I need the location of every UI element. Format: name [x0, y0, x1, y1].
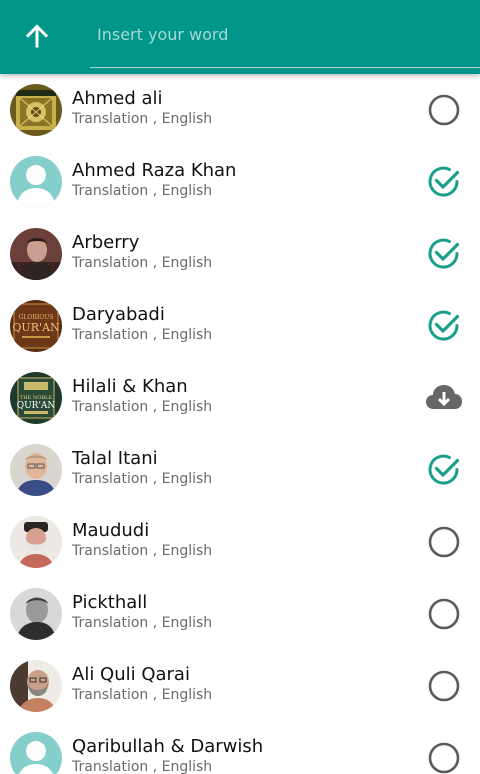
avatar	[10, 588, 62, 640]
translation-item[interactable]: Maududi Translation , English	[0, 506, 480, 578]
svg-text:QUR'AN: QUR'AN	[12, 321, 60, 334]
translator-name: Pickthall	[72, 592, 148, 613]
translator-name: Ahmed Raza Khan	[72, 160, 237, 181]
radio-unchecked-icon[interactable]	[424, 90, 464, 130]
radio-unchecked-icon[interactable]	[424, 666, 464, 706]
translation-subtitle: Translation , English	[72, 399, 213, 415]
translator-name: Qaribullah & Darwish	[72, 736, 264, 757]
avatar	[10, 660, 62, 712]
translation-subtitle: Translation , English	[72, 759, 213, 774]
arrow-up-icon	[25, 24, 49, 48]
translation-subtitle: Translation , English	[72, 183, 213, 199]
translation-item[interactable]: Qaribullah & Darwish Translation , Englis…	[0, 722, 480, 774]
avatar	[10, 156, 62, 208]
translator-name: Ahmed ali	[72, 88, 163, 109]
avatar: GLORIOUS QUR'AN	[10, 300, 62, 352]
translation-subtitle: Translation , English	[72, 327, 213, 343]
avatar	[10, 516, 62, 568]
back-button[interactable]	[17, 16, 57, 56]
translation-subtitle: Translation , English	[72, 687, 213, 703]
search-field	[90, 0, 480, 74]
translation-item[interactable]: Ali Quli Qarai Translation , English	[0, 650, 480, 722]
avatar	[10, 84, 62, 136]
translation-subtitle: Translation , English	[72, 615, 213, 631]
translator-name: Maududi	[72, 520, 150, 541]
svg-text:QUR'AN: QUR'AN	[17, 401, 56, 411]
translator-name: Talal Itani	[72, 448, 158, 469]
translation-item[interactable]: GLORIOUS QUR'AN Daryabadi Translation , Eng…	[0, 290, 480, 362]
translation-item[interactable]: Pickthall Translation , English	[0, 578, 480, 650]
top-bar	[0, 0, 480, 74]
translation-subtitle: Translation , English	[72, 543, 213, 559]
translations-screen: Ahmed aliTranslation , EnglishAhmed Raza…	[0, 0, 480, 774]
translation-subtitle: Translation , English	[72, 111, 213, 127]
search-input[interactable]	[90, 14, 479, 54]
check-circle-icon[interactable]	[424, 234, 464, 274]
translation-list: Ahmed ali Translation , English Ahmed Raza…	[0, 74, 480, 774]
translation-item[interactable]: THE NOBLE QUR'AN Hilali & Khan Translation …	[0, 362, 480, 434]
avatar	[10, 444, 62, 496]
check-circle-icon[interactable]	[424, 450, 464, 490]
svg-text:GLORIOUS: GLORIOUS	[19, 314, 54, 321]
avatar: THE NOBLE QUR'AN	[10, 372, 62, 424]
avatar	[10, 732, 62, 774]
check-circle-icon[interactable]	[424, 162, 464, 202]
cloud-download-icon[interactable]	[424, 378, 464, 418]
translator-name: Daryabadi	[72, 304, 165, 325]
radio-unchecked-icon[interactable]	[424, 522, 464, 562]
radio-unchecked-icon[interactable]	[424, 594, 464, 634]
translator-name: Ali Quli Qarai	[72, 664, 190, 685]
translation-item[interactable]: Ahmed ali Translation , English	[0, 74, 480, 146]
translation-subtitle: Translation , English	[72, 471, 213, 487]
search-underline	[90, 67, 480, 68]
translation-item[interactable]: Ahmed Raza Khan Translation , English	[0, 146, 480, 218]
avatar	[10, 228, 62, 280]
translation-item[interactable]: Talal Itani Translation , English	[0, 434, 480, 506]
radio-unchecked-icon[interactable]	[424, 738, 464, 774]
check-circle-icon[interactable]	[424, 306, 464, 346]
translator-name: Hilali & Khan	[72, 376, 188, 397]
translation-subtitle: Translation , English	[72, 255, 213, 271]
translator-name: Arberry	[72, 232, 140, 253]
translation-item[interactable]: Arberry Translation , English	[0, 218, 480, 290]
